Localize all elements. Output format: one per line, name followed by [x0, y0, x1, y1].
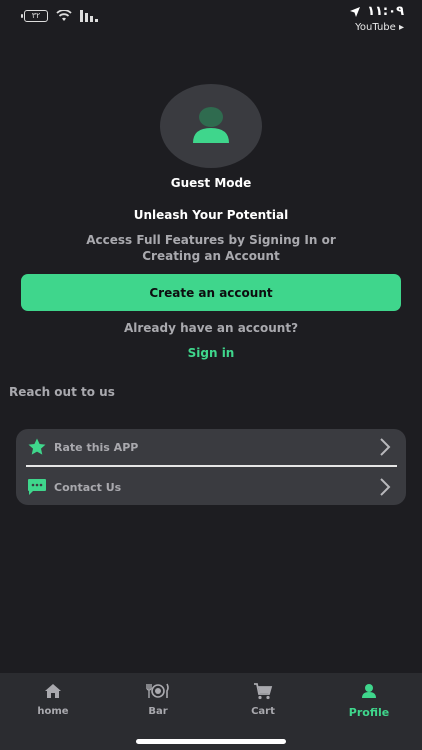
home-icon [8, 681, 98, 701]
tab-home[interactable]: home [8, 681, 98, 717]
status-right: ١١:٠٩ YouTube ▸ [349, 4, 404, 33]
time-row: ١١:٠٩ [349, 4, 404, 19]
already-have-account-text: Already have an account? [123, 321, 299, 335]
contact-us-label: Contact Us [54, 480, 122, 494]
rate-app-label: Rate this APP [54, 440, 139, 454]
battery-icon: ٣٢ [21, 10, 48, 22]
sign-in-link[interactable]: Sign in [0, 346, 422, 360]
chevron-right-icon [380, 438, 391, 456]
create-account-label: Create an account [149, 285, 273, 300]
back-to-app-link[interactable]: YouTube ▸ [349, 22, 404, 33]
guest-avatar [160, 84, 262, 168]
create-account-button[interactable]: Create an account [21, 274, 401, 311]
tab-home-label: home [37, 706, 69, 717]
tab-profile[interactable]: Profile [324, 681, 414, 719]
section-title: Reach out to us [9, 385, 115, 399]
chat-icon [26, 476, 48, 498]
tab-profile-label: Profile [348, 706, 390, 719]
subline: Access Full Features by Signing In or Cr… [86, 233, 336, 263]
clock-time: ١١:٠٩ [367, 4, 404, 19]
status-left: ٣٢ [21, 10, 98, 22]
headline: Unleash Your Potential [133, 208, 289, 222]
contact-us-row[interactable]: Contact Us [16, 469, 406, 505]
status-bar: ٣٢ ١١:٠٩ YouTube ▸ [0, 0, 422, 40]
tab-cart-label: Cart [251, 706, 275, 717]
tab-bar-label: Bar [148, 706, 168, 717]
wifi-icon [56, 10, 72, 21]
person-icon [193, 107, 229, 143]
cart-icon [218, 681, 308, 701]
chevron-right-icon [380, 478, 391, 496]
person-icon [324, 681, 414, 701]
star-icon [26, 436, 48, 458]
signal-icon [80, 10, 98, 22]
tab-cart[interactable]: Cart [218, 681, 308, 717]
divider [26, 465, 397, 467]
guest-mode-label: Guest Mode [170, 176, 252, 190]
home-indicator[interactable] [136, 739, 286, 744]
tab-bar[interactable]: Bar [113, 681, 203, 717]
location-arrow-icon [350, 6, 361, 17]
contact-card: Rate this APP Contact Us [16, 429, 406, 505]
dining-icon [113, 681, 203, 701]
rate-app-row[interactable]: Rate this APP [16, 429, 406, 465]
